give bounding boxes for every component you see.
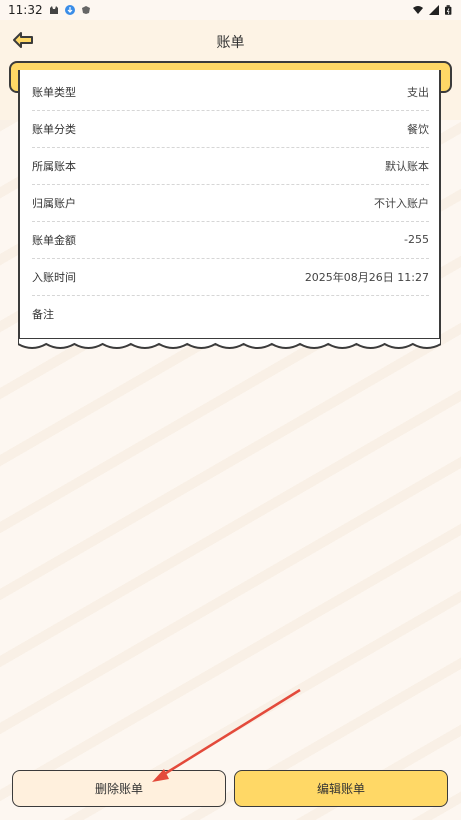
delete-bill-button[interactable]: 删除账单 [12, 770, 226, 807]
row-bill-type: 账单类型 支出 [32, 73, 429, 111]
status-time: 11:32 [8, 3, 43, 17]
row-label: 账单金额 [32, 233, 76, 247]
download-notification-icon [64, 5, 75, 15]
app-bar: 账单 [0, 20, 461, 60]
row-account: 归属账户 不计入账户 [32, 184, 429, 222]
row-label: 账单分类 [32, 122, 76, 136]
edit-bill-button[interactable]: 编辑账单 [234, 770, 448, 807]
row-value: 默认账本 [385, 159, 429, 173]
row-label: 所属账本 [32, 159, 76, 173]
page-title: 账单 [216, 35, 245, 51]
row-value: 不计入账户 [374, 196, 429, 210]
row-value: 支出 [407, 85, 429, 99]
row-label: 备注 [32, 307, 54, 321]
row-value: -255 [404, 233, 429, 246]
signal-icon [429, 5, 439, 15]
row-label: 账单类型 [32, 85, 76, 99]
row-value: 2025年08月26日 11:27 [304, 270, 429, 284]
status-bar: 11:32 [0, 0, 461, 20]
wifi-icon [413, 6, 423, 14]
cat-notification-icon [49, 6, 58, 14]
row-label: 入账时间 [32, 270, 76, 284]
row-value: 餐饮 [407, 122, 429, 136]
row-label: 归属账户 [32, 196, 76, 210]
row-ledger: 所属账本 默认账本 [32, 147, 429, 185]
row-time: 入账时间 2025年08月26日 11:27 [32, 258, 429, 296]
battery-icon [445, 5, 452, 15]
receipt-torn-edge [18, 338, 441, 349]
row-bill-category: 账单分类 餐饮 [32, 110, 429, 148]
bill-receipt-card: 账单类型 支出 账单分类 餐饮 所属账本 默认账本 归属账户 不计入账户 账单金… [18, 70, 441, 340]
row-note: 备注 [32, 295, 429, 332]
shield-notification-icon [81, 6, 90, 14]
row-amount: 账单金额 -255 [32, 221, 429, 259]
